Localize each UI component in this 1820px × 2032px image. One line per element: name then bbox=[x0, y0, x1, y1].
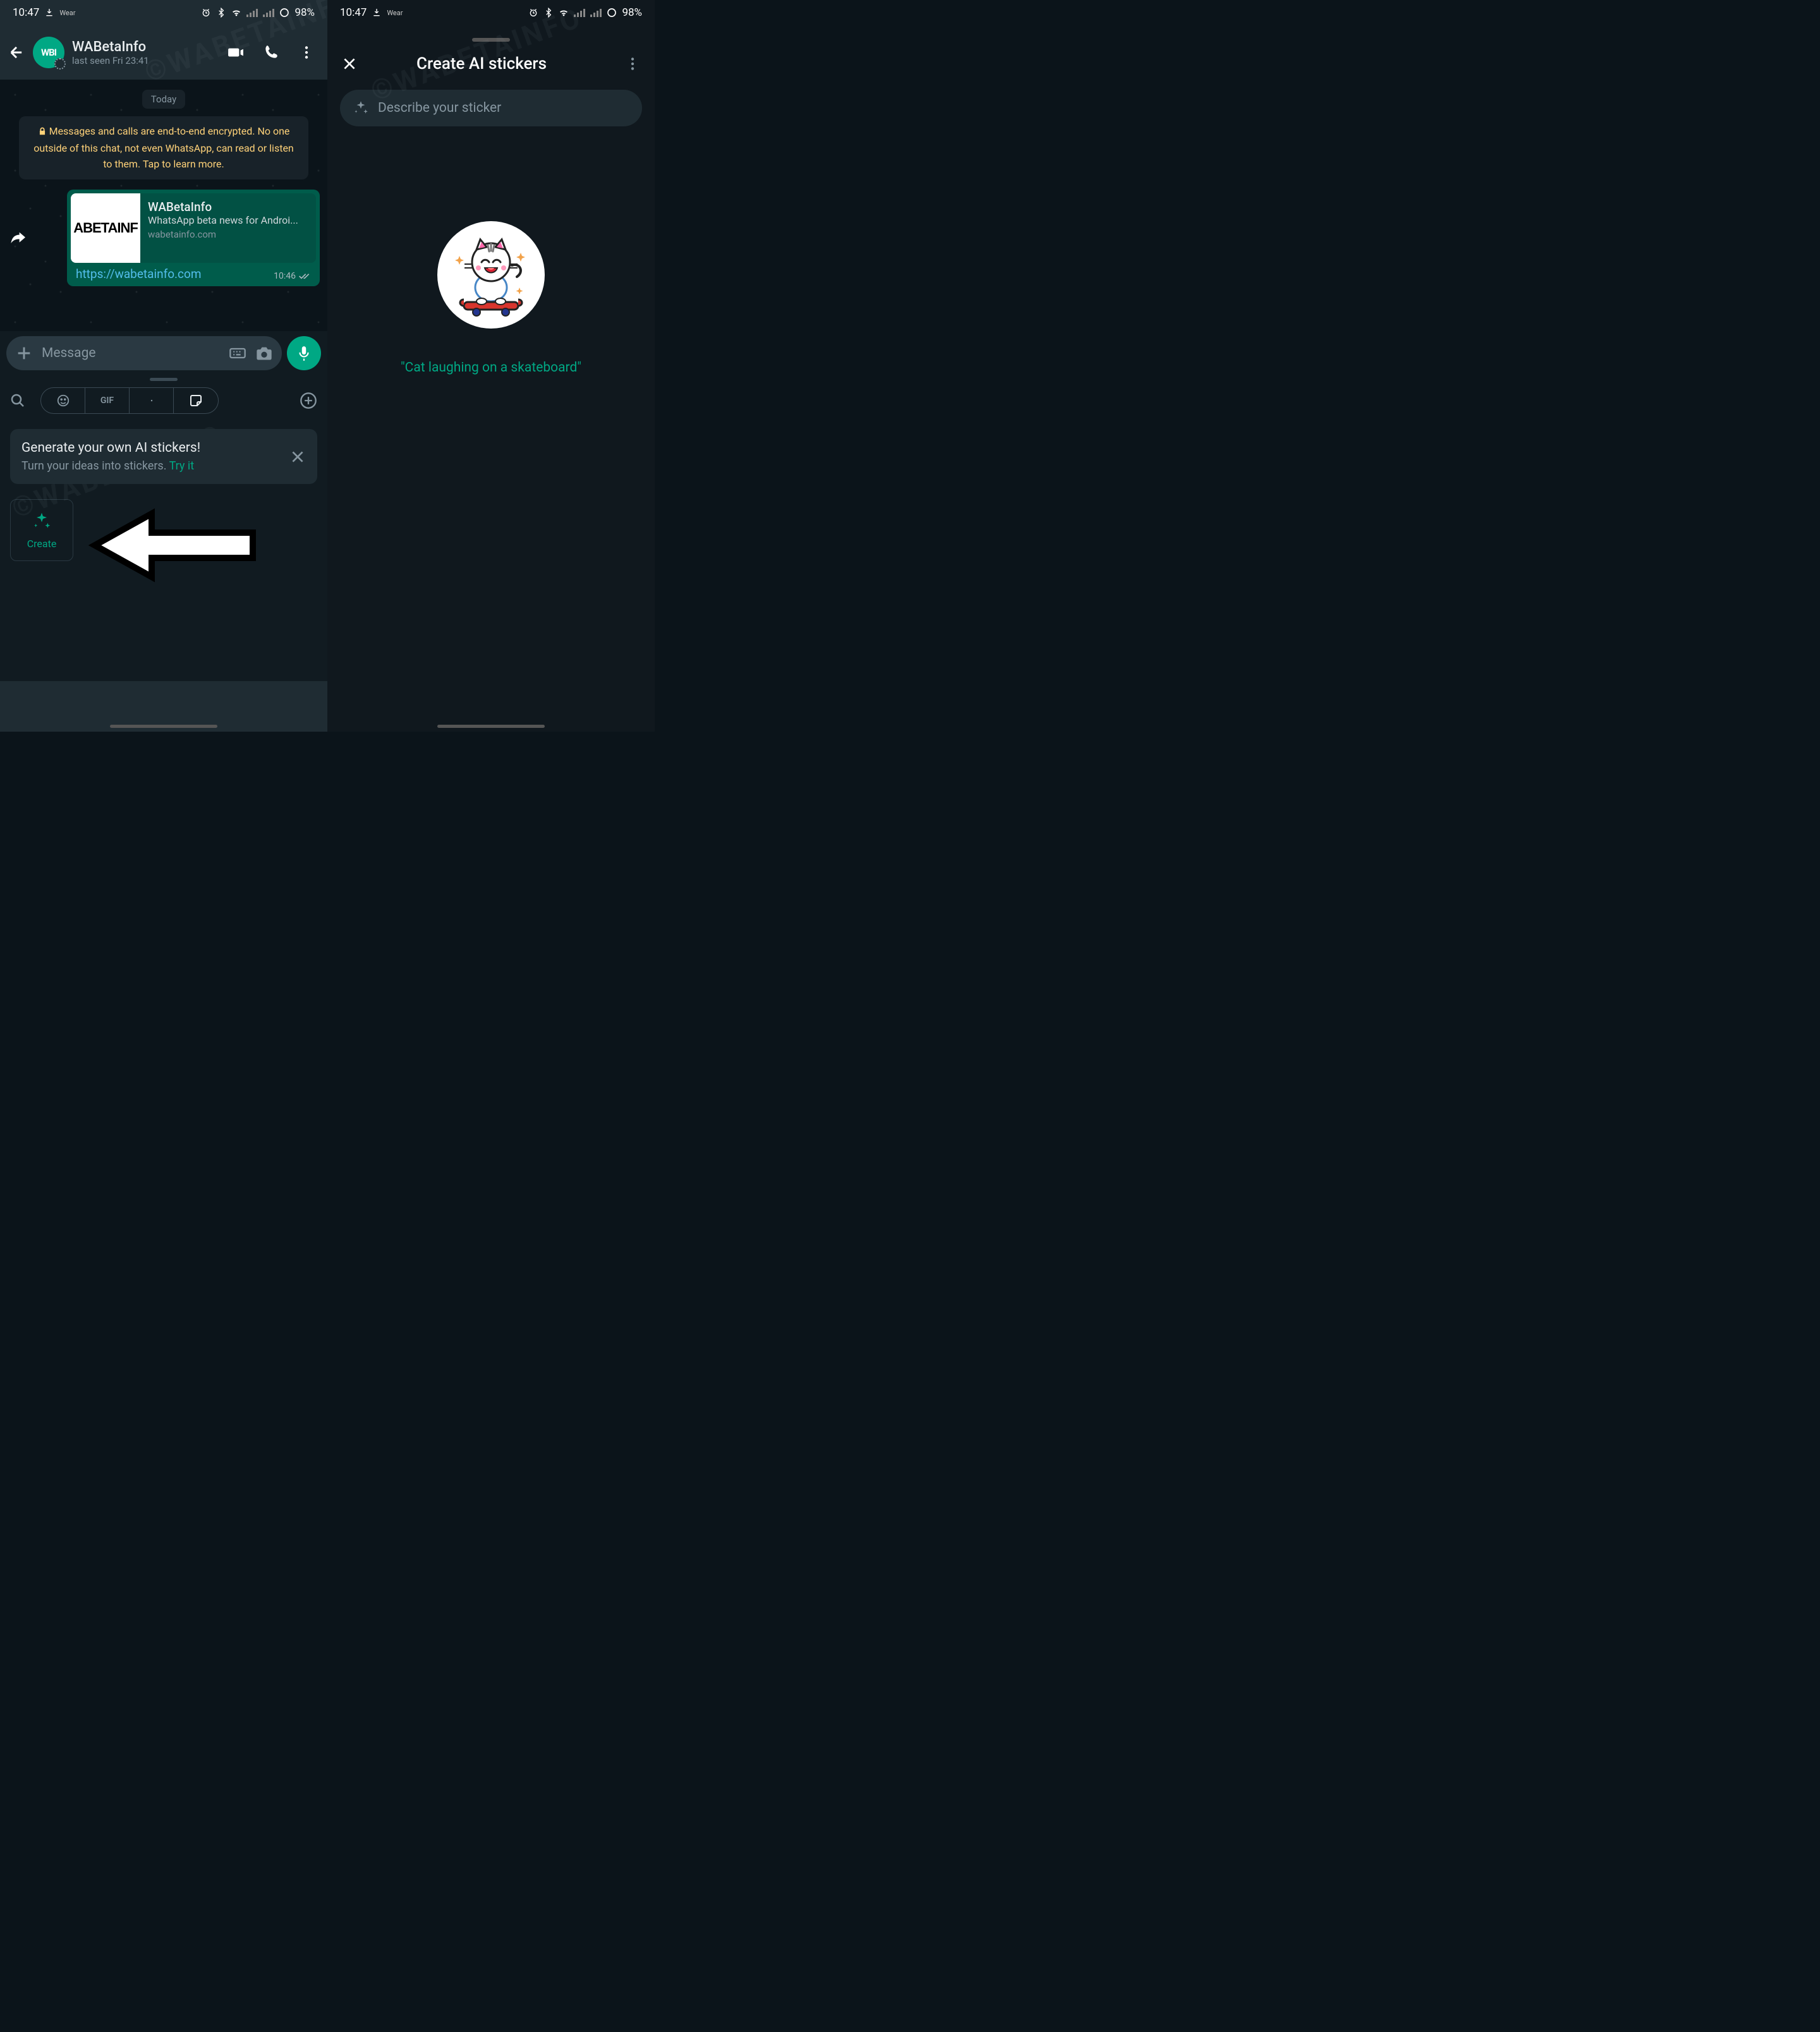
battery-percent: 98% bbox=[622, 6, 642, 19]
close-icon[interactable] bbox=[289, 449, 306, 465]
nav-handle[interactable] bbox=[437, 725, 545, 728]
chat-title-area[interactable]: WABetaInfo last seen Fri 23:41 bbox=[72, 39, 220, 66]
describe-input[interactable]: Describe your sticker bbox=[340, 90, 642, 126]
tab-gif[interactable]: GIF bbox=[85, 388, 130, 413]
gif-label: GIF bbox=[100, 396, 114, 406]
status-ring-icon bbox=[54, 58, 66, 70]
sticker-tray-tabs: GIF bbox=[0, 387, 327, 414]
tab-avatar[interactable] bbox=[130, 388, 174, 413]
signal-icon-2 bbox=[263, 8, 274, 17]
sheet-title: Create AI stickers bbox=[349, 54, 614, 73]
battery-ring-icon bbox=[607, 8, 617, 18]
message-time: 10:46 bbox=[274, 271, 296, 281]
create-sticker-button[interactable]: Create bbox=[10, 499, 73, 561]
status-bar: 10:47 Wear 98% bbox=[0, 0, 327, 25]
drag-handle[interactable] bbox=[150, 378, 178, 381]
message-link[interactable]: https://wabetainfo.com bbox=[76, 267, 202, 281]
signal-icon bbox=[246, 8, 258, 17]
forward-icon[interactable] bbox=[8, 228, 28, 248]
voice-call-icon[interactable] bbox=[263, 44, 279, 61]
annotation-arrow-icon bbox=[82, 504, 259, 586]
avatar[interactable]: WBI bbox=[33, 37, 64, 68]
keyboard-icon[interactable] bbox=[229, 344, 246, 362]
status-time: 10:47 bbox=[340, 6, 367, 19]
cat-skateboard-icon bbox=[444, 227, 538, 322]
preview-desc: WhatsApp beta news for Androi... bbox=[148, 214, 308, 226]
message-input[interactable]: Message bbox=[6, 336, 282, 370]
generated-sticker[interactable] bbox=[437, 221, 545, 329]
status-bar: 10:47 Wear 98% bbox=[327, 0, 655, 25]
describe-placeholder: Describe your sticker bbox=[378, 100, 501, 116]
tip-title: Generate your own AI stickers! bbox=[21, 440, 200, 456]
tab-sticker[interactable] bbox=[174, 388, 218, 413]
dot-icon bbox=[150, 399, 154, 402]
chat-last-seen: last seen Fri 23:41 bbox=[72, 55, 220, 66]
more-icon[interactable] bbox=[624, 56, 641, 72]
signal-icon-2 bbox=[590, 8, 602, 17]
sparkles-icon bbox=[353, 100, 369, 116]
back-icon[interactable] bbox=[8, 44, 25, 61]
sticker-caption: "Cat laughing on a skateboard" bbox=[401, 360, 581, 375]
preview-domain: wabetainfo.com bbox=[148, 229, 308, 240]
status-time: 10:47 bbox=[13, 6, 39, 19]
create-label: Create bbox=[27, 538, 57, 550]
sheet-header: Create AI stickers bbox=[327, 42, 655, 86]
nav-handle[interactable] bbox=[110, 725, 217, 728]
download-icon bbox=[44, 8, 54, 18]
alarm-icon bbox=[528, 8, 538, 18]
wear-label: Wear bbox=[387, 9, 403, 17]
chat-header: WBI WABetaInfo last seen Fri 23:41 bbox=[0, 25, 327, 80]
input-bar: Message bbox=[0, 331, 327, 375]
ai-sticker-tip: Generate your own AI stickers! Turn your… bbox=[10, 429, 317, 484]
wear-label: Wear bbox=[59, 9, 75, 17]
lock-icon bbox=[38, 125, 47, 141]
wifi-icon bbox=[559, 8, 569, 18]
e2e-text: Messages and calls are end-to-end encryp… bbox=[33, 125, 294, 170]
preview-thumb: ABETAINF bbox=[71, 193, 140, 263]
date-pill: Today bbox=[142, 90, 185, 109]
link-preview[interactable]: ABETAINF WABetaInfo WhatsApp beta news f… bbox=[71, 193, 316, 263]
download-icon bbox=[372, 8, 382, 18]
sent-message[interactable]: ABETAINF WABetaInfo WhatsApp beta news f… bbox=[67, 190, 320, 286]
sparkles-icon bbox=[32, 511, 52, 531]
tab-emoji[interactable] bbox=[41, 388, 85, 413]
signal-icon bbox=[574, 8, 585, 17]
search-icon[interactable] bbox=[10, 393, 25, 408]
mic-button[interactable] bbox=[287, 336, 321, 370]
tip-try-link[interactable]: Try it bbox=[169, 459, 195, 473]
e2e-notice[interactable]: Messages and calls are end-to-end encryp… bbox=[19, 116, 308, 179]
plus-icon[interactable] bbox=[15, 344, 33, 362]
message-placeholder: Message bbox=[42, 346, 220, 361]
mic-icon bbox=[296, 345, 312, 361]
read-checks-icon bbox=[298, 272, 311, 281]
bluetooth-icon bbox=[543, 8, 554, 18]
bottom-strip bbox=[0, 681, 327, 732]
add-pack-icon[interactable] bbox=[300, 392, 317, 409]
messages-area[interactable]: Today Messages and calls are end-to-end … bbox=[0, 80, 327, 331]
preview-title: WABetaInfo bbox=[148, 200, 308, 214]
chat-name: WABetaInfo bbox=[72, 39, 220, 55]
bluetooth-icon bbox=[216, 8, 226, 18]
battery-ring-icon bbox=[279, 8, 289, 18]
alarm-icon bbox=[201, 8, 211, 18]
tip-sub: Turn your ideas into stickers. bbox=[21, 459, 169, 473]
video-call-icon[interactable] bbox=[228, 44, 244, 61]
sticker-icon bbox=[188, 393, 203, 408]
emoji-icon bbox=[56, 394, 70, 408]
avatar-text: WBI bbox=[41, 47, 56, 58]
battery-percent: 98% bbox=[294, 6, 315, 19]
camera-icon[interactable] bbox=[255, 344, 273, 362]
wifi-icon bbox=[231, 8, 241, 18]
more-icon[interactable] bbox=[298, 44, 315, 61]
